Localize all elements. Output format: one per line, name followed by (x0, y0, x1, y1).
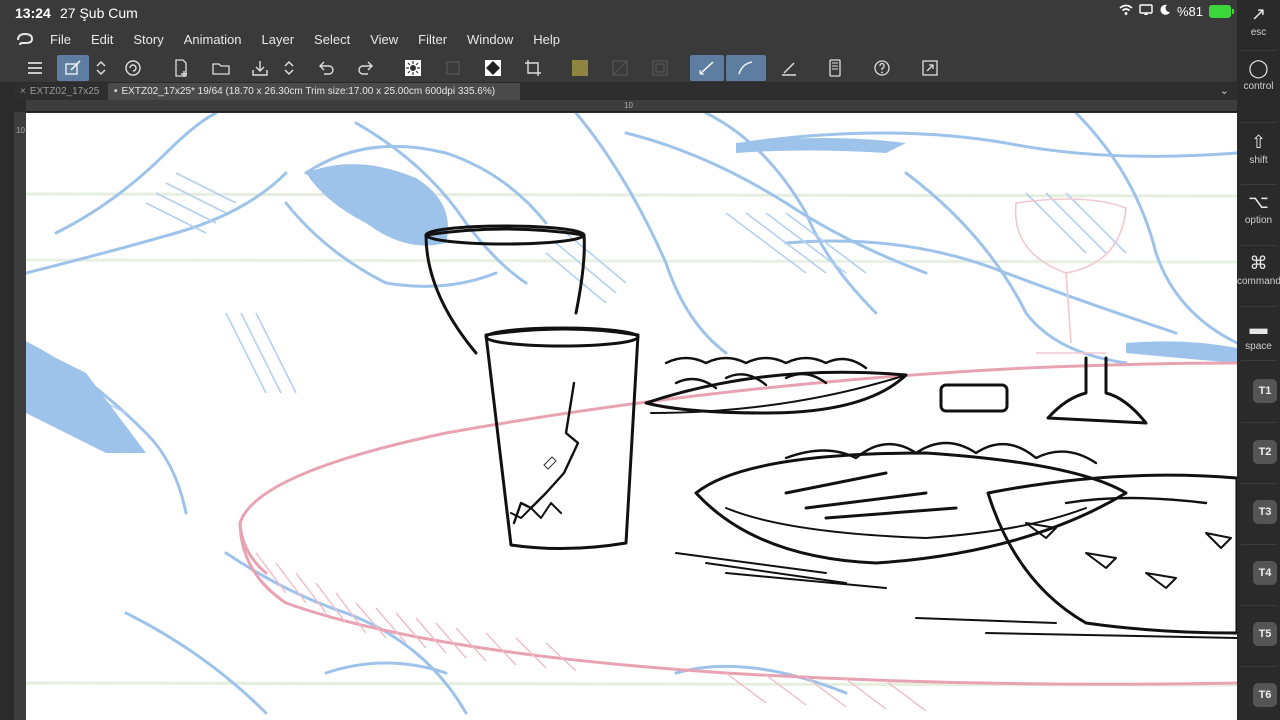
pointer-icon: ↗ (1250, 4, 1267, 24)
divider (1241, 184, 1277, 185)
battery-icon (1209, 5, 1234, 18)
invert-selection-icon[interactable] (480, 55, 506, 81)
command-icon: ⌘ (1249, 253, 1268, 273)
space-key[interactable]: ▬ space (1237, 318, 1280, 352)
t5-key[interactable]: T5 (1253, 622, 1277, 646)
fill-icon[interactable] (440, 55, 466, 81)
ruler-mark: 10 (624, 101, 633, 110)
crop-icon[interactable] (520, 55, 546, 81)
status-date: 27 Şub Cum (60, 5, 138, 21)
modified-dot-icon: • (114, 86, 118, 97)
menu-animation[interactable]: Animation (174, 27, 252, 53)
menu-layer[interactable]: Layer (252, 27, 305, 53)
color-swatch-icon[interactable] (567, 55, 593, 81)
undo-icon[interactable] (313, 55, 339, 81)
tab-label: EXTZ02_17x25* 19/64 (18.70 x 26.30cm Tri… (121, 86, 496, 97)
key-label: option (1244, 215, 1273, 226)
status-time: 13:24 (15, 5, 51, 21)
menu-edit[interactable]: Edit (81, 27, 123, 53)
menu-help[interactable]: Help (523, 27, 570, 53)
shift-arrow-icon: ⇧ (1250, 132, 1267, 152)
key-label: space (1245, 341, 1272, 352)
screen-mirror-icon (1139, 4, 1153, 19)
menu-file[interactable]: File (46, 27, 81, 53)
help-icon[interactable] (869, 55, 895, 81)
esc-key[interactable]: ↗ esc (1237, 4, 1280, 38)
t3-key[interactable]: T3 (1253, 500, 1277, 524)
status-bar: 13:24 27 Şub Cum %81 (0, 0, 1237, 27)
app-logo-icon[interactable] (12, 27, 38, 53)
document-tabs: × EXTZ02_17x25 • EXTZ02_17x25* 19/64 (18.7… (0, 83, 1237, 100)
divider (1241, 544, 1277, 545)
battery-percent: %81 (1176, 4, 1203, 19)
divider (1241, 666, 1277, 667)
sketch-artwork (26, 113, 1237, 715)
t4-key[interactable]: T4 (1253, 561, 1277, 585)
ruler-horizontal: 10 (26, 100, 1237, 112)
menu-select[interactable]: Select (304, 27, 360, 53)
divider (1241, 483, 1277, 484)
tab-document-2[interactable]: • EXTZ02_17x25* 19/64 (18.70 x 26.30cm Tr… (108, 83, 520, 100)
key-label: control (1243, 81, 1274, 92)
divider (1241, 422, 1277, 423)
control-key[interactable]: ◯ control (1237, 58, 1280, 92)
open-folder-icon[interactable] (208, 55, 234, 81)
save-icon[interactable] (247, 55, 273, 81)
moon-icon (1159, 4, 1171, 19)
drawing-canvas[interactable] (26, 113, 1237, 720)
ruler-vertical: 10 (14, 112, 26, 720)
option-icon: ⌥ (1248, 192, 1269, 212)
tab-document-1[interactable]: × EXTZ02_17x25 (14, 83, 108, 100)
left-edge (0, 83, 14, 720)
wifi-icon (1119, 4, 1133, 19)
tab-label: EXTZ02_17x25 (29, 86, 100, 97)
divider (1241, 605, 1277, 606)
divider (1241, 360, 1277, 361)
key-label: command (1237, 276, 1280, 287)
t2-key[interactable]: T2 (1253, 440, 1277, 464)
menu-view[interactable]: View (360, 27, 408, 53)
control-wheel-icon: ◯ (1248, 58, 1269, 78)
menu-story[interactable]: Story (123, 27, 173, 53)
clear-layer-icon[interactable] (400, 55, 426, 81)
t6-key[interactable]: T6 (1253, 683, 1277, 707)
menu-filter[interactable]: Filter (408, 27, 457, 53)
frame-icon[interactable] (647, 55, 673, 81)
tool-switch-icon[interactable] (57, 55, 89, 81)
close-icon[interactable]: × (20, 86, 26, 97)
key-label: shift (1249, 155, 1268, 166)
new-file-icon[interactable] (168, 55, 194, 81)
space-bar-icon: ▬ (1249, 318, 1268, 338)
key-label: esc (1250, 27, 1267, 38)
expand-icon[interactable] (917, 55, 943, 81)
status-icons: %81 (1119, 4, 1234, 19)
shift-key[interactable]: ⇧ shift (1237, 132, 1280, 166)
hamburger-menu-icon[interactable] (22, 55, 48, 81)
command-bar (0, 53, 1237, 83)
snap-ruler-icon[interactable] (690, 55, 724, 81)
t1-key[interactable]: T1 (1253, 379, 1277, 403)
divider (1241, 245, 1277, 246)
snap-grid-icon[interactable] (776, 55, 802, 81)
redo-icon[interactable] (353, 55, 379, 81)
divider (1241, 122, 1277, 123)
ruler-mark: 10 (16, 126, 25, 135)
snap-special-ruler-icon[interactable] (726, 55, 766, 81)
divider (1241, 50, 1277, 51)
command-key[interactable]: ⌘ command (1237, 253, 1280, 287)
transparency-icon[interactable] (607, 55, 633, 81)
option-key[interactable]: ⌥ option (1237, 192, 1280, 226)
menu-bar: File Edit Story Animation Layer Select V… (0, 27, 1237, 53)
device-icon[interactable] (822, 55, 848, 81)
divider (1241, 306, 1277, 307)
chevron-updown-icon[interactable] (91, 55, 111, 81)
save-options-chevron-icon[interactable] (279, 55, 299, 81)
menu-window[interactable]: Window (457, 27, 523, 53)
spiral-icon[interactable] (120, 55, 146, 81)
chevron-down-icon[interactable]: ⌄ (1220, 83, 1229, 100)
modifier-keys-panel: ↗ esc ◯ control ⇧ shift ⌥ option ⌘ comma… (1237, 0, 1280, 720)
